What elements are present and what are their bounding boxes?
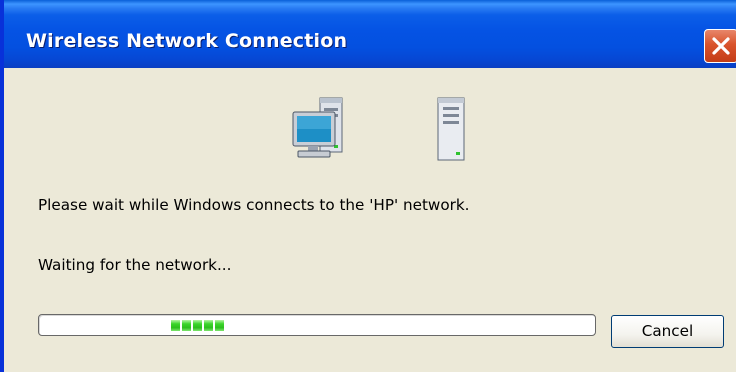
progress-bar <box>38 314 596 336</box>
progress-chunk <box>182 320 191 331</box>
computer-icon <box>292 97 343 158</box>
connection-illustration <box>292 97 465 161</box>
cancel-button[interactable]: Cancel <box>611 315 724 348</box>
progress-chunk <box>193 320 202 331</box>
title-bar[interactable]: Wireless Network Connection <box>4 0 736 68</box>
status-text: Waiting for the network... <box>38 256 232 274</box>
network-server-icon <box>437 97 465 161</box>
progress-chunk <box>215 320 224 331</box>
connection-message: Please wait while Windows connects to th… <box>38 196 470 214</box>
progress-chunk <box>204 320 213 331</box>
close-icon <box>712 37 730 55</box>
window-title: Wireless Network Connection <box>26 30 348 52</box>
close-button[interactable] <box>704 29 736 63</box>
dialog-window: Wireless Network Connection Please wait … <box>0 0 736 372</box>
progress-chunk <box>171 320 180 331</box>
progress-chunks <box>171 320 224 331</box>
